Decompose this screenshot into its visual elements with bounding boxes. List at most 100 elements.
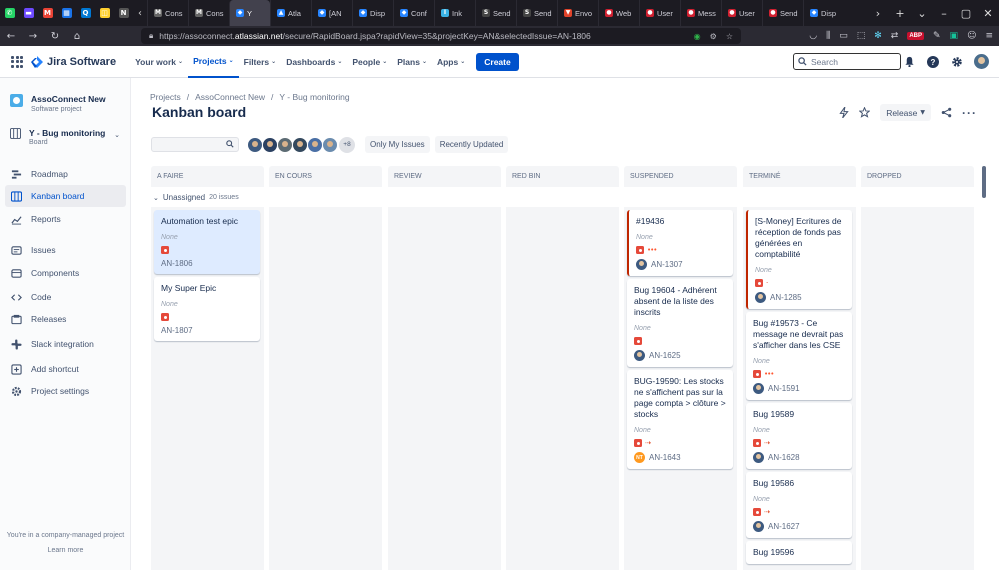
browser-tab[interactable]: ◆ [AN [311,0,352,26]
adblock-icon[interactable]: ABP [907,32,924,40]
pinned-tab[interactable]: ◫ [95,0,114,26]
pinned-tab[interactable]: ✆ [0,0,19,26]
screenshot-icon[interactable]: ⬚ [857,31,866,41]
notifications-icon[interactable] [902,55,916,69]
issue-card[interactable]: #19436 None ••• AN-1307 [627,210,733,276]
nav-filters[interactable]: Filters ⌄ [239,46,282,78]
breadcrumb-link[interactable]: Projects [150,92,181,102]
vertical-scrollbar[interactable] [982,166,986,198]
sidebar-item-issues[interactable]: Issues [5,239,126,261]
issue-card[interactable]: Bug 19586 None ⇢ AN-1627 [746,472,852,538]
board-search-input[interactable] [151,137,239,152]
forward-icon[interactable]: → [22,31,44,42]
help-icon[interactable]: ? [926,55,940,69]
issue-card[interactable]: Bug 19589 None ⇢ AN-1628 [746,403,852,469]
pinned-tab[interactable]: M [38,0,57,26]
vpn-icon[interactable]: ⇄ [891,31,899,41]
assignee-avatar[interactable] [753,452,764,463]
issue-card[interactable]: My Super Epic None AN-1807 [154,277,260,341]
issue-card[interactable]: BUG-19590: Les stocks ne s'affichent pas… [627,370,733,469]
sidebar-item-components[interactable]: Components [5,262,126,284]
maximize-icon[interactable]: ▢ [955,7,977,20]
browser-tab[interactable]: ● User [721,0,762,26]
user-avatar[interactable] [974,54,989,69]
release-button[interactable]: Release ▼ [880,104,931,121]
new-tab-icon[interactable]: + [889,7,911,20]
extension-icon[interactable]: ◉ [694,32,701,41]
issue-key[interactable]: AN-1643 [649,453,681,462]
sidebar-item-releases[interactable]: Releases [5,308,126,330]
tab-list-icon[interactable]: ⌄ [911,7,933,20]
issue-card[interactable]: [S-Money] Ecritures de réception de fond… [746,210,852,309]
swimlane-header[interactable]: ⌄ Unassigned 20 issues [153,193,239,202]
app-switcher-icon[interactable] [11,55,23,68]
create-button[interactable]: Create [476,52,519,71]
menu-icon[interactable]: ≡ [985,31,993,41]
issue-key[interactable]: AN-1807 [161,326,193,335]
browser-tab[interactable]: ▼ Envo [557,0,598,26]
browser-tab[interactable]: I Ink [434,0,475,26]
more-options-icon[interactable]: ··· [962,104,977,121]
gear-icon[interactable]: ⚙ [710,32,717,41]
issue-card[interactable]: Bug #19573 - Ce message ne devrait pas s… [746,312,852,400]
grammarly-icon[interactable]: ▣ [950,31,959,41]
sidebar-item-project-settings[interactable]: Project settings [5,380,126,402]
assignee-avatar[interactable] [634,350,645,361]
react-devtools-icon[interactable]: ✻ [874,31,882,41]
sidebar-item-kanban-board[interactable]: Kanban board [5,185,126,207]
back-icon[interactable]: ← [0,31,22,42]
bookmark-star-icon[interactable]: ☆ [726,32,733,41]
browser-tab[interactable]: ◆ Y [229,0,270,26]
tab-scroll-left-icon[interactable]: ‹ [133,0,147,26]
assignee-avatar[interactable] [292,136,308,153]
project-header[interactable]: AssoConnect New Software project [10,94,106,113]
issue-card[interactable]: Bug 19604 - Adhérent absent de la liste … [627,279,733,367]
sidebar-toggle-icon[interactable]: ▭ [839,31,848,41]
search-input[interactable]: Search [793,53,901,70]
assignee-avatar[interactable] [322,136,338,153]
assignee-avatar[interactable] [247,136,263,153]
sidebar-item-roadmap[interactable]: Roadmap [5,163,126,185]
pinned-tab[interactable]: N [114,0,133,26]
extension-puzzle-icon[interactable]: ✎ [933,31,941,41]
browser-tab[interactable]: ◆ Disp [803,0,844,26]
browser-tab[interactable]: M Cons [188,0,229,26]
browser-tab[interactable]: S Send [516,0,557,26]
issue-key[interactable]: AN-1627 [768,522,800,531]
quick-filter-recently-updated[interactable]: Recently Updated [434,136,509,153]
nav-dashboards[interactable]: Dashboards ⌄ [281,46,347,78]
account-icon[interactable]: ☺ [967,31,976,41]
browser-tab[interactable]: ▲ Atla [270,0,311,26]
browser-tab[interactable]: S Send [475,0,516,26]
assignee-avatar[interactable]: NT [634,452,645,463]
sidebar-item-add-shortcut[interactable]: Add shortcut [5,358,126,380]
assignee-avatar[interactable] [636,259,647,270]
close-icon[interactable]: ✕ [977,7,999,20]
issue-key[interactable]: AN-1628 [768,453,800,462]
browser-tab[interactable]: M Cons [147,0,188,26]
issue-key[interactable]: AN-1285 [770,293,802,302]
board-selector[interactable]: Y - Bug monitoring Board ⌄ [10,128,124,146]
browser-tab[interactable]: ● Send [762,0,803,26]
more-assignees-badge[interactable]: +8 [339,136,355,153]
browser-tab[interactable]: ● Web [598,0,639,26]
jira-logo[interactable]: Jira Software [31,55,116,68]
automation-icon[interactable] [839,104,849,121]
issue-card[interactable]: Bug 19596 [746,541,852,564]
breadcrumb-link[interactable]: Y - Bug monitoring [279,92,349,102]
browser-tab[interactable]: ● Mess [680,0,721,26]
issue-card[interactable]: Automation test epic None AN-1806 [154,210,260,274]
reload-icon[interactable]: ↻ [44,31,66,42]
assignee-avatar[interactable] [753,383,764,394]
sidebar-item-slack-integration[interactable]: Slack integration [5,333,126,355]
star-icon[interactable] [859,104,871,121]
browser-tab[interactable]: ◆ Conf [393,0,434,26]
assignee-avatar[interactable] [262,136,278,153]
sidebar-item-code[interactable]: Code [5,286,126,308]
nav-your-work[interactable]: Your work ⌄ [130,46,188,78]
nav-people[interactable]: People ⌄ [347,46,392,78]
issue-key[interactable]: AN-1625 [649,351,681,360]
tab-scroll-right-icon[interactable]: › [867,7,889,20]
nav-plans[interactable]: Plans ⌄ [392,46,432,78]
library-icon[interactable]: ⫼ [826,31,830,41]
